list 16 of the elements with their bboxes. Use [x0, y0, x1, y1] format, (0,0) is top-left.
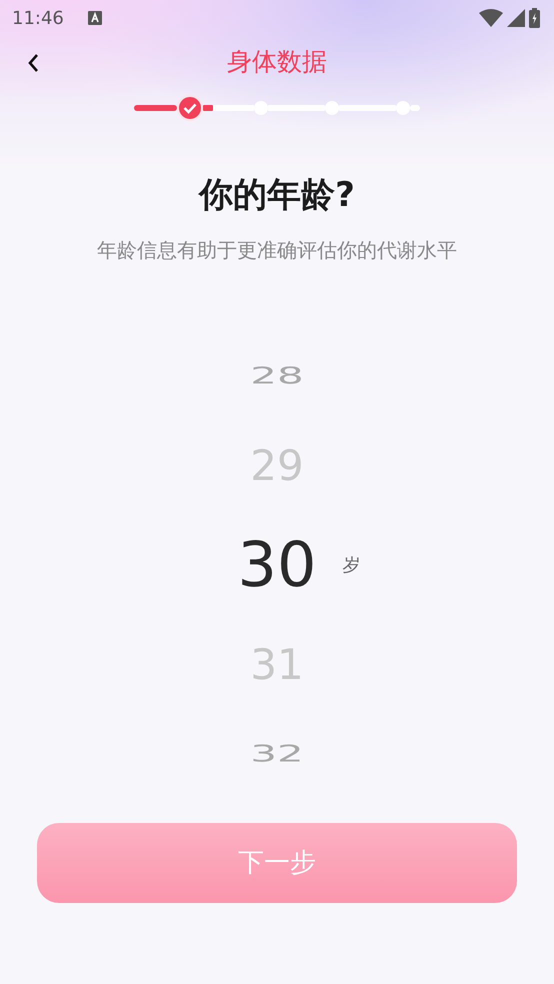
question-subtitle: 年龄信息有助于更准确评估你的代谢水平	[96, 237, 458, 264]
wifi-icon	[479, 9, 503, 27]
page-title: 身体数据	[227, 46, 327, 78]
age-option[interactable]: 30	[238, 534, 316, 596]
progress-track-segment	[410, 105, 420, 111]
age-option[interactable]: 32	[250, 742, 304, 766]
progress-track-segment	[134, 105, 177, 111]
age-option[interactable]: 28	[250, 364, 304, 388]
progress-track-segment	[268, 105, 325, 111]
status-time: 11:46	[12, 6, 64, 30]
keyboard-notification-icon	[88, 11, 102, 25]
signal-icon	[507, 9, 525, 27]
battery-icon	[529, 8, 540, 28]
progress-track-segment	[339, 105, 396, 111]
unit-label: 岁	[342, 554, 361, 578]
question-title: 你的年龄?	[197, 174, 356, 217]
